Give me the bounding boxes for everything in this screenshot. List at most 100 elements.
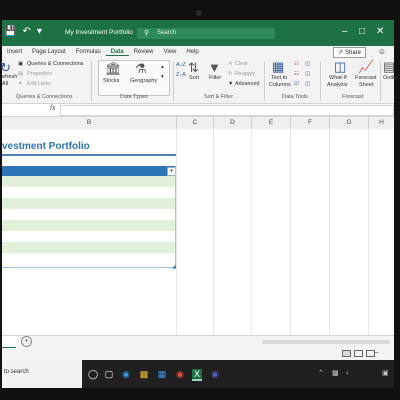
notifications-icon[interactable]: ▣ <box>382 369 389 377</box>
share-label: Share <box>344 49 361 56</box>
tab-page-layout[interactable]: Page Layout <box>27 49 71 55</box>
cortana-icon[interactable]: ▢ <box>104 369 114 379</box>
close-icon[interactable]: ✕ <box>376 26 384 37</box>
sort-button[interactable]: Sort <box>189 75 199 81</box>
tab-review[interactable]: Review <box>129 49 159 55</box>
share-button[interactable]: ↗ Share <box>332 47 366 58</box>
stocks-icon[interactable]: 🏛 <box>105 61 122 77</box>
minimize-icon[interactable]: – <box>342 26 348 37</box>
formula-input[interactable] <box>60 105 394 116</box>
feedback-smiley-icon[interactable]: ☺ <box>378 47 386 56</box>
edit-links-button[interactable]: Edit Links <box>27 81 51 87</box>
add-sheet-icon[interactable]: + <box>21 336 32 347</box>
save-icon[interactable]: 💾 <box>4 26 16 37</box>
column-header-c[interactable]: C <box>177 117 214 129</box>
tab-help[interactable]: Help <box>181 49 203 55</box>
group-sortfilter-label: Sort & Filter <box>204 94 234 100</box>
filter-button[interactable]: Filter <box>209 75 221 81</box>
taskbar-search-box[interactable]: to search <box>2 360 82 388</box>
column-header-e[interactable]: E <box>252 117 291 129</box>
horizontal-scrollbar[interactable] <box>262 340 390 344</box>
what-if-label[interactable]: What-If <box>329 75 347 81</box>
separator <box>380 61 381 101</box>
store-icon[interactable]: ▦ <box>157 369 167 379</box>
data-validation-icon[interactable]: ☑ <box>294 81 299 87</box>
volume-icon[interactable]: ♩ <box>346 369 353 376</box>
normal-view-icon[interactable] <box>342 350 351 357</box>
window-title: My Investment Portfolio <box>65 29 133 36</box>
fx-icon[interactable]: fx <box>50 105 55 112</box>
undo-icon[interactable]: ↶ <box>22 26 30 37</box>
forecast-sheet-icon[interactable]: 📈 <box>358 59 374 75</box>
network-icon[interactable]: ▩ <box>332 369 339 377</box>
tab-insert[interactable]: Insert <box>2 49 27 55</box>
geography-button[interactable]: Geography <box>130 78 157 84</box>
column-header-b[interactable]: B <box>2 117 177 129</box>
text-to-columns-icon[interactable]: ▦ <box>272 59 284 75</box>
what-if-icon[interactable]: ◫ <box>334 59 346 75</box>
ribbon-tabs: Insert Page Layout Formulas Data Review … <box>2 46 394 58</box>
text-to-columns-label[interactable]: Text to <box>271 75 287 81</box>
status-bar: – <box>2 348 394 360</box>
refresh-all-label[interactable]: efresh <box>2 74 17 80</box>
advanced-button[interactable]: Advanced <box>235 81 259 87</box>
ribbon-data: ↻ efresh All ▣ Queries & Connections ▤ P… <box>0 58 397 104</box>
properties-button[interactable]: Properties <box>27 71 52 77</box>
gridline <box>213 129 214 335</box>
reapply-button[interactable]: Reapply <box>235 71 255 77</box>
group-datatypes-label: Data Types <box>120 94 148 100</box>
teams-icon[interactable]: ◉ <box>210 369 220 379</box>
tray-chevron-icon[interactable]: ⌃ <box>318 369 324 377</box>
table-resize-handle-icon[interactable]: ◢ <box>172 264 176 270</box>
forecast-sheet-label-2[interactable]: Sheet <box>359 82 373 88</box>
gridline <box>329 129 330 335</box>
queries-connections-button[interactable]: Queries & Connections <box>27 61 84 67</box>
column-header-g[interactable]: G <box>330 117 369 129</box>
sort-desc-icon[interactable]: Z↓A <box>176 72 186 78</box>
column-header-h[interactable]: H <box>369 117 394 129</box>
remove-duplicates-icon[interactable]: ☷ <box>294 71 299 77</box>
refresh-all-label-2[interactable]: All <box>2 81 8 87</box>
filter-icon[interactable]: ▼ <box>208 60 221 75</box>
separator <box>91 61 92 101</box>
outline-label[interactable]: Outlin <box>383 75 397 81</box>
text-to-columns-label-2[interactable]: Columns <box>269 82 291 88</box>
relationships-icon[interactable]: ◫ <box>305 71 310 77</box>
gridline <box>368 129 369 335</box>
zoom-out-icon[interactable]: – <box>374 348 378 357</box>
flash-fill-icon[interactable]: ☷ <box>294 61 299 67</box>
column-header-f[interactable]: F <box>291 117 330 129</box>
search-box[interactable]: ⚲ Search <box>137 28 275 39</box>
stocks-button[interactable]: Stocks <box>103 78 120 84</box>
tab-data[interactable]: Data <box>105 49 129 56</box>
outline-icon[interactable]: ▤ <box>383 59 395 75</box>
file-explorer-icon[interactable]: ▩ <box>139 369 149 379</box>
gallery-scroll-icon[interactable]: ▴ <box>161 64 164 70</box>
sheet-tabs-bar: + <box>2 335 394 349</box>
edge-icon[interactable]: ◉ <box>121 369 131 379</box>
manage-data-model-icon[interactable]: ◫ <box>305 81 310 87</box>
page-layout-view-icon[interactable] <box>354 350 363 357</box>
qat-dropdown-icon[interactable]: ▾ <box>37 26 42 37</box>
task-view-icon[interactable]: ◯ <box>88 369 98 379</box>
what-if-label-2[interactable]: Analysis <box>327 82 347 88</box>
restore-icon[interactable]: □ <box>359 26 365 37</box>
office-icon[interactable]: ◉ <box>175 369 185 379</box>
clear-button[interactable]: Clear <box>235 61 248 67</box>
title-underline <box>2 154 176 156</box>
excel-taskbar-icon[interactable]: X <box>192 369 202 381</box>
sort-asc-icon[interactable]: A↓Z <box>176 62 186 68</box>
gallery-more-icon[interactable]: ▾ <box>161 74 164 80</box>
worksheet-grid[interactable]: vestment Portfolio ▾ ◢ <box>2 129 394 335</box>
quick-access-toolbar: 💾 ↶ ▾ <box>4 26 42 37</box>
geography-icon[interactable]: ⚗ <box>135 61 147 77</box>
tab-formulas[interactable]: Formulas <box>71 49 106 55</box>
reapply-icon: ↻ <box>228 71 233 77</box>
group-datatools-label: Data Tools <box>282 94 308 100</box>
tab-view[interactable]: View <box>158 49 181 55</box>
column-header-d[interactable]: D <box>214 117 252 129</box>
sort-icon[interactable]: ⇅ <box>188 60 199 76</box>
consolidate-icon[interactable]: ◫ <box>305 61 310 67</box>
sheet-title[interactable]: vestment Portfolio <box>2 141 90 152</box>
forecast-sheet-label[interactable]: Forecast <box>355 75 376 81</box>
